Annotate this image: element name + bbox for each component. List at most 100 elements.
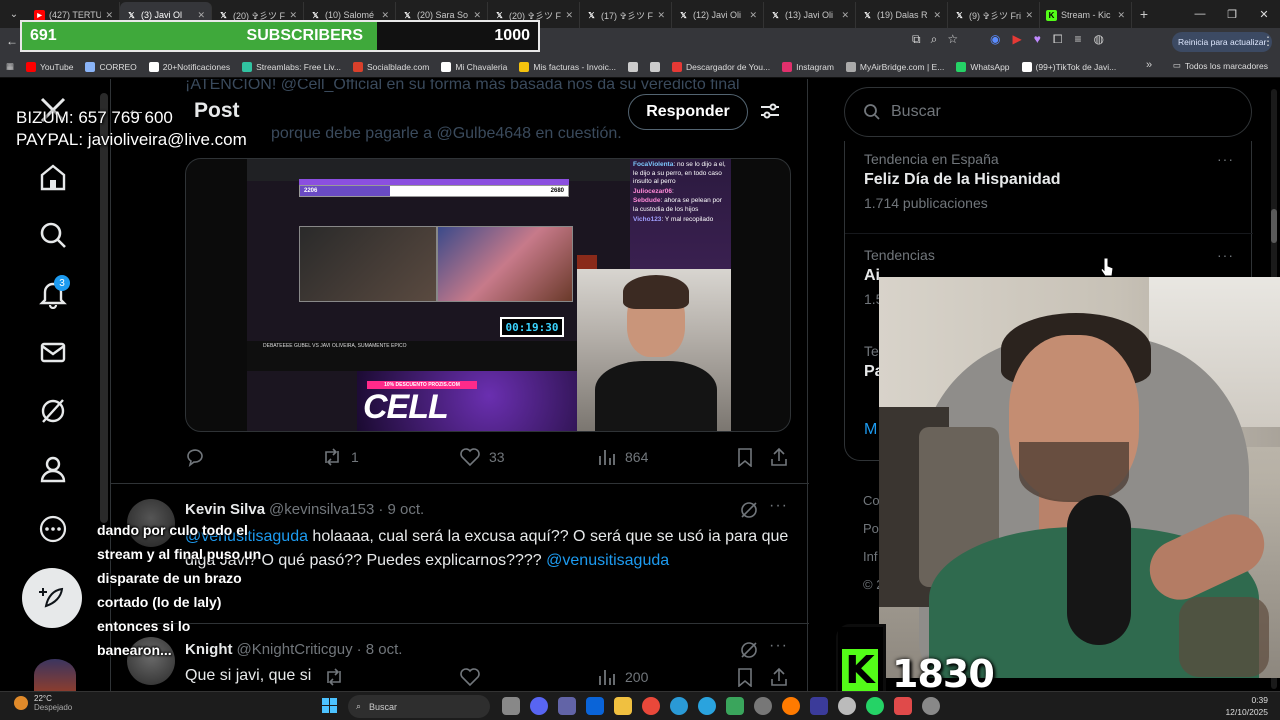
app-icon[interactable] (838, 697, 856, 715)
browser-tab[interactable]: 𝕏 (9) ✞彡ツ Fri ✕ (948, 2, 1040, 28)
profile-icon[interactable] (36, 452, 70, 486)
reply-author-name[interactable]: Kevin Silva (185, 501, 265, 518)
whatsapp-icon[interactable] (866, 697, 884, 715)
messages-icon[interactable] (36, 335, 70, 369)
home-icon[interactable] (36, 160, 70, 194)
bookmark-item[interactable]: MyAirBridge.com | E... (845, 61, 944, 72)
bookmark-item[interactable]: 20+Notificaciones (148, 61, 230, 72)
bookmark-item[interactable]: Descargador de You... (671, 61, 770, 72)
browser-tab[interactable]: 𝕏 (13) Javi Oli ✕ (764, 2, 856, 28)
zoom-icon[interactable]: ⌕ (931, 32, 938, 47)
bookmark-item[interactable]: WhatsApp (956, 61, 1010, 72)
close-tab-icon[interactable]: ✕ (1025, 10, 1033, 21)
app-icon[interactable] (754, 697, 772, 715)
bookmark-item[interactable]: YouTube (26, 61, 73, 72)
grok-icon[interactable] (739, 640, 759, 665)
teams-icon[interactable] (558, 697, 576, 715)
app-icon[interactable] (810, 697, 828, 715)
task-view-icon[interactable] (502, 697, 520, 715)
browser-tab[interactable]: 𝕏 (19) Dalas R ✕ (856, 2, 948, 28)
maximize-button[interactable]: ❐ (1216, 0, 1248, 28)
post-video[interactable]: 2206 SUBSCRIBERS 2680 123 DEBATEEEE GUBE… (185, 158, 791, 432)
trend-more-icon[interactable]: ··· (1217, 151, 1234, 167)
browser-tab[interactable]: K Stream - Kic ✕ (1040, 2, 1132, 28)
outlook-icon[interactable] (586, 697, 604, 715)
minimize-button[interactable]: — (1184, 0, 1216, 28)
app-icon[interactable] (782, 697, 800, 715)
close-tab-icon[interactable]: ✕ (565, 10, 573, 21)
bookmark-item[interactable]: (99+)TikTok de Javi... (1021, 61, 1116, 72)
reply-action[interactable] (185, 447, 205, 467)
account-avatar[interactable] (34, 659, 76, 691)
update-browser-button[interactable]: Reinicia para actualizar (1172, 32, 1273, 52)
close-tab-icon[interactable]: ✕ (473, 10, 481, 21)
share-action[interactable] (769, 447, 789, 467)
reply-date[interactable]: · 8 oct. (357, 641, 403, 658)
windows-start-icon[interactable] (322, 698, 337, 713)
close-tab-icon[interactable]: ✕ (289, 10, 297, 21)
star-icon[interactable]: ☆ (947, 32, 958, 47)
browser-menu-icon[interactable]: ⋮ (1262, 34, 1274, 48)
more-options-icon[interactable]: ··· (769, 497, 788, 515)
puzzle-icon[interactable]: ⧠ (1053, 32, 1063, 47)
close-tab-icon[interactable]: ✕ (933, 10, 941, 21)
more-icon[interactable] (36, 512, 70, 546)
app-icon[interactable] (726, 697, 744, 715)
reply-author-handle[interactable]: @kevinsilva153 (269, 501, 374, 518)
reading-list-icon[interactable]: ≡ (1074, 32, 1081, 47)
extension-icon[interactable]: ◉ (990, 32, 1000, 47)
close-tab-icon[interactable]: ✕ (1117, 10, 1125, 21)
bookmark-item[interactable]: Streamlabs: Free Liv... (242, 61, 341, 72)
bookmark-item[interactable]: Socialblade.com (352, 61, 429, 72)
back-icon[interactable]: ← (6, 34, 18, 48)
trend-more-icon[interactable]: ··· (1217, 247, 1234, 263)
all-bookmarks[interactable]: ▭ Todos los marcadores (1173, 60, 1268, 71)
grok-icon[interactable] (36, 394, 70, 428)
profile-avatar[interactable]: ◍ (1093, 32, 1103, 47)
bookmark-item[interactable] (649, 61, 660, 72)
file-explorer-icon[interactable] (614, 697, 632, 715)
system-clock[interactable]: 0:39 12/10/2025 (1225, 694, 1268, 718)
close-tab-icon[interactable]: ✕ (841, 10, 849, 21)
bookmark-action[interactable] (735, 447, 755, 467)
views-action[interactable]: 864 (597, 447, 648, 467)
bookmark-item[interactable]: CORREO (85, 61, 137, 72)
reply-date[interactable]: · 9 oct. (378, 501, 424, 518)
discord-icon[interactable] (530, 697, 548, 715)
trend-item[interactable]: Tendencia en España Feliz Día de la Hisp… (864, 151, 1234, 211)
close-tab-icon[interactable]: ✕ (749, 10, 757, 21)
taskbar-search[interactable]: ⌕ Buscar (348, 695, 490, 718)
more-options-icon[interactable]: ··· (769, 637, 788, 655)
bookmark-item[interactable]: Instagram (782, 61, 834, 72)
close-tab-icon[interactable]: ✕ (381, 10, 389, 21)
extension-icon[interactable]: ▶ (1012, 32, 1021, 47)
new-tab-button[interactable]: + (1132, 6, 1156, 22)
cast-icon[interactable]: ⧉ (912, 32, 921, 47)
bookmark-item[interactable]: Mis facturas - Invoic... (519, 61, 616, 72)
bookmark-item[interactable] (627, 61, 638, 72)
compose-post-button[interactable] (22, 568, 82, 628)
reply-mention[interactable]: @venusitisaguda (546, 552, 669, 569)
explore-icon[interactable] (36, 218, 70, 252)
filter-icon[interactable] (759, 100, 781, 127)
bookmark-item[interactable]: Mi Chavaleria (441, 61, 507, 72)
chrome-icon[interactable] (642, 697, 660, 715)
close-window-button[interactable]: ✕ (1248, 0, 1280, 28)
settings-icon[interactable] (922, 697, 940, 715)
right-scrollbar[interactable] (1271, 209, 1277, 243)
search-input[interactable]: Buscar (844, 87, 1252, 137)
apps-icon[interactable]: ▦ (6, 61, 14, 72)
repost-action[interactable]: 1 (321, 447, 359, 467)
close-tab-icon[interactable]: ✕ (197, 10, 205, 21)
edge-icon[interactable] (670, 697, 688, 715)
extension-icon[interactable]: ♥ (1034, 32, 1041, 47)
browser-tab[interactable]: 𝕏 (17) ✞彡ツ Fr ✕ (580, 2, 672, 28)
telegram-icon[interactable] (698, 697, 716, 715)
weather-widget[interactable]: 22°C Despejado (14, 694, 72, 712)
bookmarks-overflow-icon[interactable]: » (1146, 59, 1152, 71)
close-tab-icon[interactable]: ✕ (657, 10, 665, 21)
grok-icon[interactable] (739, 500, 759, 525)
browser-tab[interactable]: 𝕏 (12) Javi Oli ✕ (672, 2, 764, 28)
app-icon[interactable] (894, 697, 912, 715)
left-scrollbar[interactable] (100, 93, 108, 523)
